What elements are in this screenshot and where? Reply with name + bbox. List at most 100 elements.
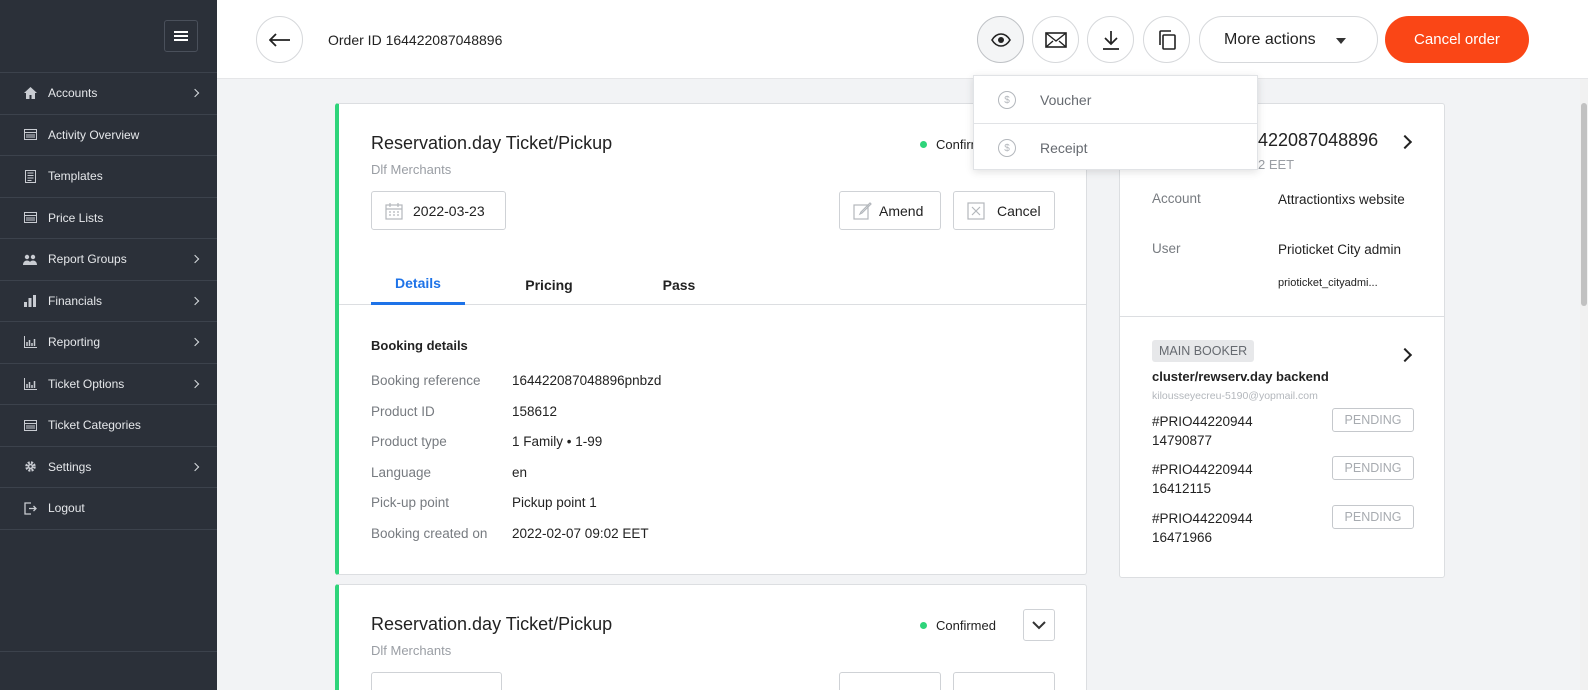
dropdown-item-receipt[interactable]: $ Receipt <box>974 124 1257 171</box>
sidebar-item-label: Templates <box>48 169 103 184</box>
edit-icon <box>853 201 872 220</box>
status-dot <box>920 622 927 629</box>
dropdown-item-label: Receipt <box>1040 139 1088 156</box>
cancel-button[interactable] <box>953 672 1055 690</box>
tab-bar: Details Pricing Pass <box>339 264 1086 305</box>
sidebar-item-price-lists[interactable]: Price Lists <box>0 198 217 239</box>
detail-value: 158612 <box>512 404 558 419</box>
booking-details-title: Booking details <box>371 338 468 353</box>
sidebar-item-reporting[interactable]: Reporting <box>0 322 217 364</box>
detail-value: 2022-02-07 09:02 EET <box>512 526 649 541</box>
copy-button[interactable] <box>1143 16 1190 63</box>
reservation-card: Reservation.day Ticket/Pickup Dlf Mercha… <box>335 103 1087 575</box>
view-button[interactable] <box>977 16 1024 63</box>
detail-value: Pickup point 1 <box>512 495 597 510</box>
cancel-order-button[interactable]: Cancel order <box>1385 16 1529 63</box>
sidebar-item-label: Report Groups <box>48 252 127 267</box>
copy-icon <box>1158 29 1176 50</box>
user-label: User <box>1152 241 1181 256</box>
list-icon <box>23 418 37 432</box>
date-picker[interactable] <box>371 672 502 690</box>
tab-details[interactable]: Details <box>371 264 465 305</box>
sidebar-item-label: Settings <box>48 459 92 474</box>
ticket-id: #PRIO44220944 14790877 <box>1152 412 1253 450</box>
sidebar-item-label: Price Lists <box>48 210 104 225</box>
download-icon <box>1102 30 1119 50</box>
chevron-right-icon <box>190 255 200 264</box>
cancel-label: Cancel <box>997 202 1041 219</box>
detail-label: Product type <box>371 434 447 449</box>
sidebar-item-templates[interactable]: Templates <box>0 156 217 198</box>
chevron-right-icon[interactable] <box>1397 134 1413 150</box>
sidebar: Accounts Activity Overview Templates Price … <box>0 0 217 690</box>
sidebar-item-logout[interactable]: Logout <box>0 488 217 530</box>
email-button[interactable] <box>1032 16 1079 63</box>
account-label: Account <box>1152 191 1201 206</box>
more-actions-button[interactable]: More actions <box>1199 16 1378 63</box>
amend-label: Amend <box>879 202 924 219</box>
status-badge: Confirmed <box>920 618 996 633</box>
more-actions-dropdown: $ Voucher $ Receipt <box>973 75 1258 170</box>
sidebar-item-ticket-options[interactable]: Ticket Options <box>0 364 217 405</box>
users-icon <box>23 252 37 266</box>
chevron-right-icon[interactable] <box>1397 347 1413 363</box>
chevron-down-icon <box>1032 620 1046 629</box>
detail-value: 164422087048896pnbzd <box>512 373 662 388</box>
tab-pass[interactable]: Pass <box>632 264 726 305</box>
ticket-id-line: 14790877 <box>1152 433 1213 448</box>
amend-button[interactable]: Amend <box>839 191 941 230</box>
merchant-name: Dlf Merchants <box>371 643 452 658</box>
sidebar-item-accounts[interactable]: Accounts <box>0 73 217 115</box>
detail-value: en <box>512 465 528 480</box>
dropdown-item-voucher[interactable]: $ Voucher <box>974 76 1257 123</box>
amend-button[interactable] <box>839 672 941 690</box>
scrollbar-thumb[interactable] <box>1581 103 1587 306</box>
sidebar-item-ticket-categories[interactable]: Ticket Categories <box>0 405 217 447</box>
booker-email: kilousseyecreu-5190@yopmail.com <box>1152 390 1318 402</box>
cancel-button[interactable]: Cancel <box>953 191 1055 230</box>
sidebar-item-settings[interactable]: Settings <box>0 447 217 488</box>
order-number: 422087048896 <box>1258 130 1379 150</box>
receipt-icon: $ <box>998 139 1016 157</box>
date-picker[interactable]: 2022-03-23 <box>371 191 506 230</box>
close-box-icon <box>967 201 985 220</box>
chevron-right-icon <box>190 338 200 347</box>
sidebar-item-financials[interactable]: Financials <box>0 281 217 322</box>
page-scrollbar[interactable] <box>1580 79 1588 690</box>
hamburger-menu-button[interactable] <box>164 20 198 52</box>
chevron-right-icon <box>190 89 200 98</box>
more-actions-label: More actions <box>1224 30 1316 48</box>
detail-label: Pick-up point <box>371 495 450 510</box>
ticket-id: #PRIO44220944 16412115 <box>1152 460 1253 498</box>
order-summary-panel: 422087048896 2 EET Account Attractiontix… <box>1119 103 1445 578</box>
tab-pricing[interactable]: Pricing <box>502 264 596 305</box>
list-icon <box>23 128 37 142</box>
chevron-right-icon <box>190 462 200 471</box>
date-value: 2022-03-23 <box>413 202 485 219</box>
expand-button[interactable] <box>1023 609 1055 641</box>
pending-badge: PENDING <box>1332 456 1414 480</box>
sidebar-item-report-groups[interactable]: Report Groups <box>0 239 217 281</box>
ticket-id-line: 16412115 <box>1152 481 1212 496</box>
arrow-left-icon <box>268 32 290 47</box>
sidebar-item-label: Logout <box>48 501 85 516</box>
sidebar-item-activity-overview[interactable]: Activity Overview <box>0 115 217 156</box>
download-button[interactable] <box>1087 16 1134 63</box>
chevron-right-icon <box>190 296 200 305</box>
ticket-id-line: #PRIO44220944 <box>1152 511 1253 526</box>
ticket-id: #PRIO44220944 16471966 <box>1152 509 1253 547</box>
detail-label: Booking created on <box>371 526 488 541</box>
pending-badge: PENDING <box>1332 505 1414 529</box>
back-button[interactable] <box>256 16 303 63</box>
calendar-icon <box>385 202 403 220</box>
reservation-title: Reservation.day Ticket/Pickup <box>371 614 613 634</box>
panel-divider <box>1120 316 1444 317</box>
detail-value: 1 Family • 1-99 <box>512 434 603 449</box>
chart-icon <box>23 335 37 349</box>
logout-icon <box>23 501 37 515</box>
sidebar-item-label: Reporting <box>48 335 101 350</box>
booker-name: cluster/rewserv.day backend <box>1152 369 1329 384</box>
order-id-title: Order ID 164422087048896 <box>328 32 503 48</box>
document-icon <box>23 169 37 183</box>
status-label: Confirmed <box>936 618 996 633</box>
